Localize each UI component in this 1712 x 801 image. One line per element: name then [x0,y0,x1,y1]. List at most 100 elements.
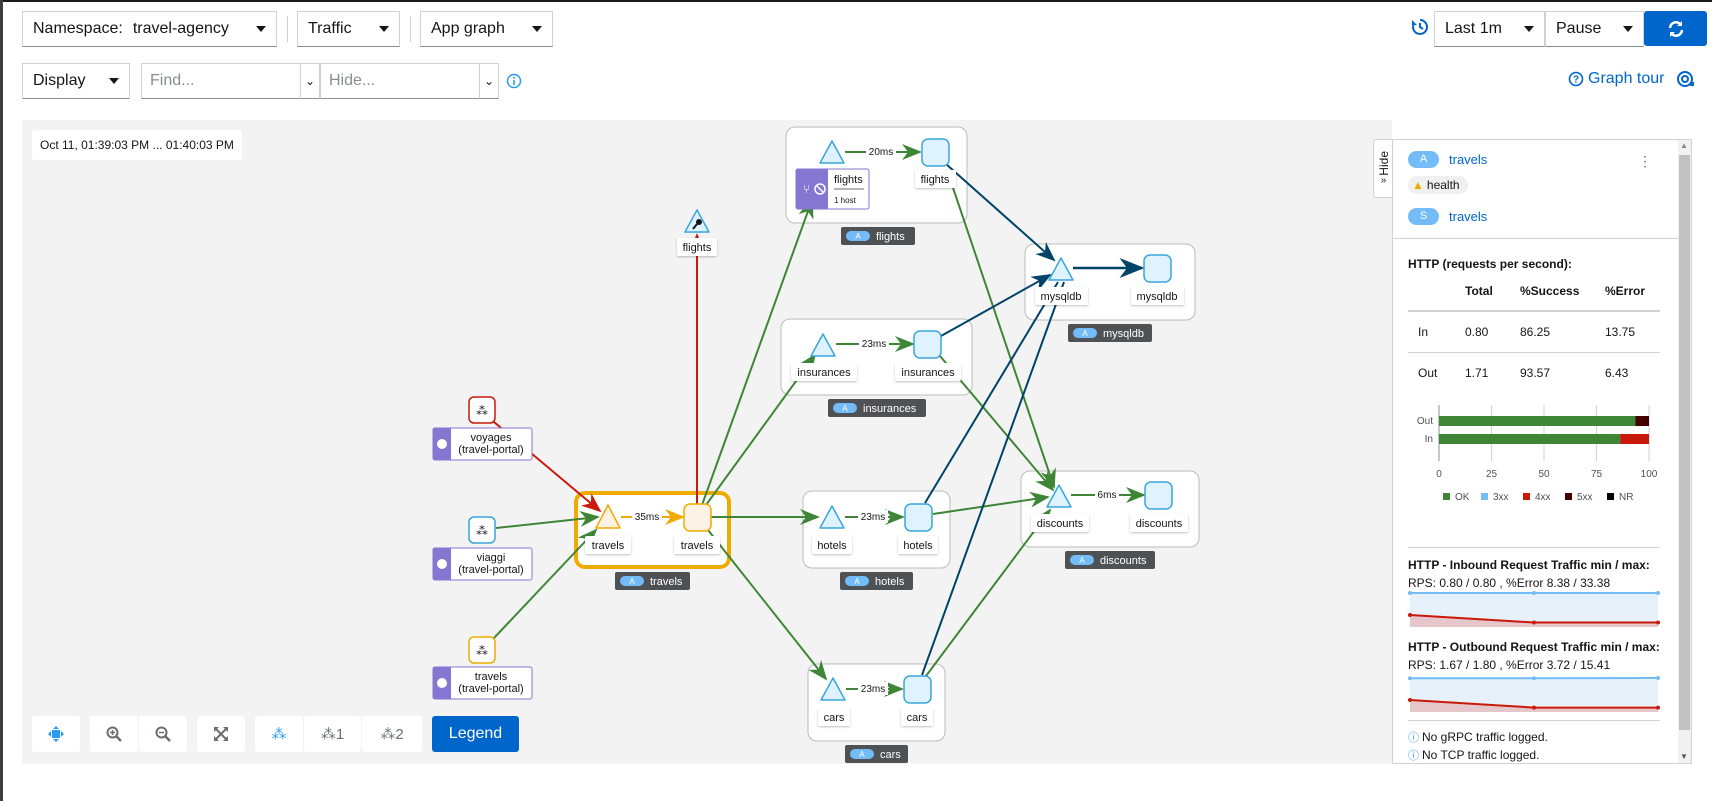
divider [1393,238,1678,239]
node-flights-external[interactable]: flights [677,209,717,256]
app-box-insurances[interactable] [780,318,973,396]
legend-label: 4xx [1535,492,1551,503]
legend-label: OK [1455,492,1470,503]
fit-to-screen-button[interactable] [197,716,245,752]
svg-text:hotels: hotels [817,540,847,552]
move-icon [48,726,64,742]
grpc-note-text: No gRPC traffic logged. [1422,730,1548,744]
x-tick-label: 75 [1591,469,1603,480]
info-icon: ⓘ [1408,750,1419,762]
health-label: health [1426,178,1460,192]
service-link[interactable]: travels [1449,209,1487,224]
layout-1-label: 1 [335,725,345,743]
row-label: In [1418,325,1429,339]
kebab-menu-icon[interactable]: ⋮ [1638,153,1652,170]
svg-text:hotels: hotels [875,576,905,588]
bar-segment-5xx [1635,416,1649,426]
y-tick-label: In [1425,434,1433,445]
rps-point [1408,591,1412,595]
outbound-stats: RPS: 1.67 / 1.80 , %Error 3.72 / 15.41 [1408,658,1611,672]
cell-success: 86.25 [1520,325,1551,339]
edge-label-travels: 35ms [635,512,659,523]
http-status-bar-chart: 0 25 50 75 100 Out In OK 3xx 4xx 5xx NR [1417,405,1658,503]
rps-point [1656,676,1660,680]
svg-text:A: A [1082,329,1088,338]
cell-success: 93.57 [1520,366,1551,380]
error-point [1532,620,1536,625]
error-point [1408,613,1412,617]
hide-panel-tab[interactable]: Hide » [1373,139,1393,198]
column-header [1408,284,1465,304]
tcp-note: ⓘ No TCP traffic logged. [1408,747,1539,763]
edge-label-cars: 23ms [861,684,885,695]
svg-text:A: A [855,232,861,241]
topology-icon: ⁂ [271,726,287,743]
topology-icon: ⁂ [320,726,336,743]
expand-icon [214,727,228,741]
svg-text:1 host: 1 host [834,196,857,205]
cell-total: 0.80 [1465,325,1489,339]
svg-text:(travel-portal): (travel-portal) [458,564,523,576]
svg-text:mysqldb: mysqldb [1137,291,1178,303]
graph-edges [493,144,1146,697]
svg-text:cars: cars [880,749,901,761]
topology-icon: ⁂ [380,726,396,743]
cell-error: 13.75 [1605,325,1636,339]
svg-text:mysqldb: mysqldb [1041,291,1082,303]
svg-text:A: A [629,577,635,586]
layout-default-button[interactable]: ⁂ [255,716,303,752]
svg-text:insurances: insurances [863,403,917,415]
x-tick-label: 25 [1486,469,1498,480]
edge-travelsportal-travels[interactable] [493,528,598,639]
svg-text:flights: flights [834,174,863,186]
scroll-down-icon[interactable]: ▼ [1680,752,1688,761]
error-point [1532,705,1536,710]
svg-text:discounts: discounts [1100,555,1147,567]
topology-icon: ⁂ [476,644,488,658]
svg-text:voyages: voyages [471,432,512,444]
error-point [1408,698,1412,702]
service-badge: S [1408,208,1439,225]
svg-text:flights: flights [683,242,712,254]
svg-text:A: A [1079,556,1085,565]
svg-text:mysqldb: mysqldb [1103,328,1144,340]
svg-text:flights: flights [876,231,905,243]
topology-icon: ⁂ [476,404,488,418]
zoom-out-button[interactable] [139,716,187,752]
svg-text:travels: travels [650,576,683,588]
scroll-up-icon[interactable]: ▲ [1680,141,1688,150]
legend-swatch [1565,493,1572,500]
app-header: A travels [1408,151,1487,168]
namespace-arrow-icon [437,678,447,688]
http-title: HTTP (requests per second): [1408,257,1572,271]
legend-button[interactable]: Legend [432,716,519,752]
app-box-mysqldb[interactable] [1024,243,1196,321]
x-tick-label: 0 [1436,469,1442,480]
app-box-label-flights: A flights [841,227,915,245]
tcp-note-text: No TCP traffic logged. [1422,748,1540,762]
http-stats-table: Total %Success %Error In 0.80 86.25 13.7… [1408,284,1660,393]
edge-label-hotels: 23ms [861,512,885,523]
node-travels-portal[interactable]: ⁂ travels (travel-portal) [432,636,533,700]
panel-scrollbar-thumb[interactable] [1679,155,1690,730]
svg-text:insurances: insurances [797,367,851,379]
app-link[interactable]: travels [1449,152,1487,167]
layout-2-label: 2 [395,725,404,743]
table-row: In 0.80 86.25 13.75 [1408,312,1660,352]
svg-text:viaggi: viaggi [477,552,506,564]
service-header: S travels [1408,208,1487,225]
edge-label-discounts: 6ms [1098,490,1117,501]
layout-2-button[interactable]: ⁂ 2 [362,716,422,752]
pan-button[interactable] [32,716,80,752]
branch-icon: ⑂ [803,182,810,196]
rps-point [1408,676,1412,681]
health-badge[interactable]: ▲ health [1408,176,1468,194]
layout-1-button[interactable]: ⁂ 1 [304,716,361,752]
zoom-in-button[interactable] [90,716,138,752]
rps-point [1656,591,1660,595]
y-tick-label: Out [1417,416,1433,427]
node-cars-service[interactable]: cars [901,675,933,726]
outbound-sparkline [1408,676,1660,712]
node-voyages[interactable]: ⁂ voyages (travel-portal) [432,396,533,461]
svg-text:flights: flights [921,174,950,186]
